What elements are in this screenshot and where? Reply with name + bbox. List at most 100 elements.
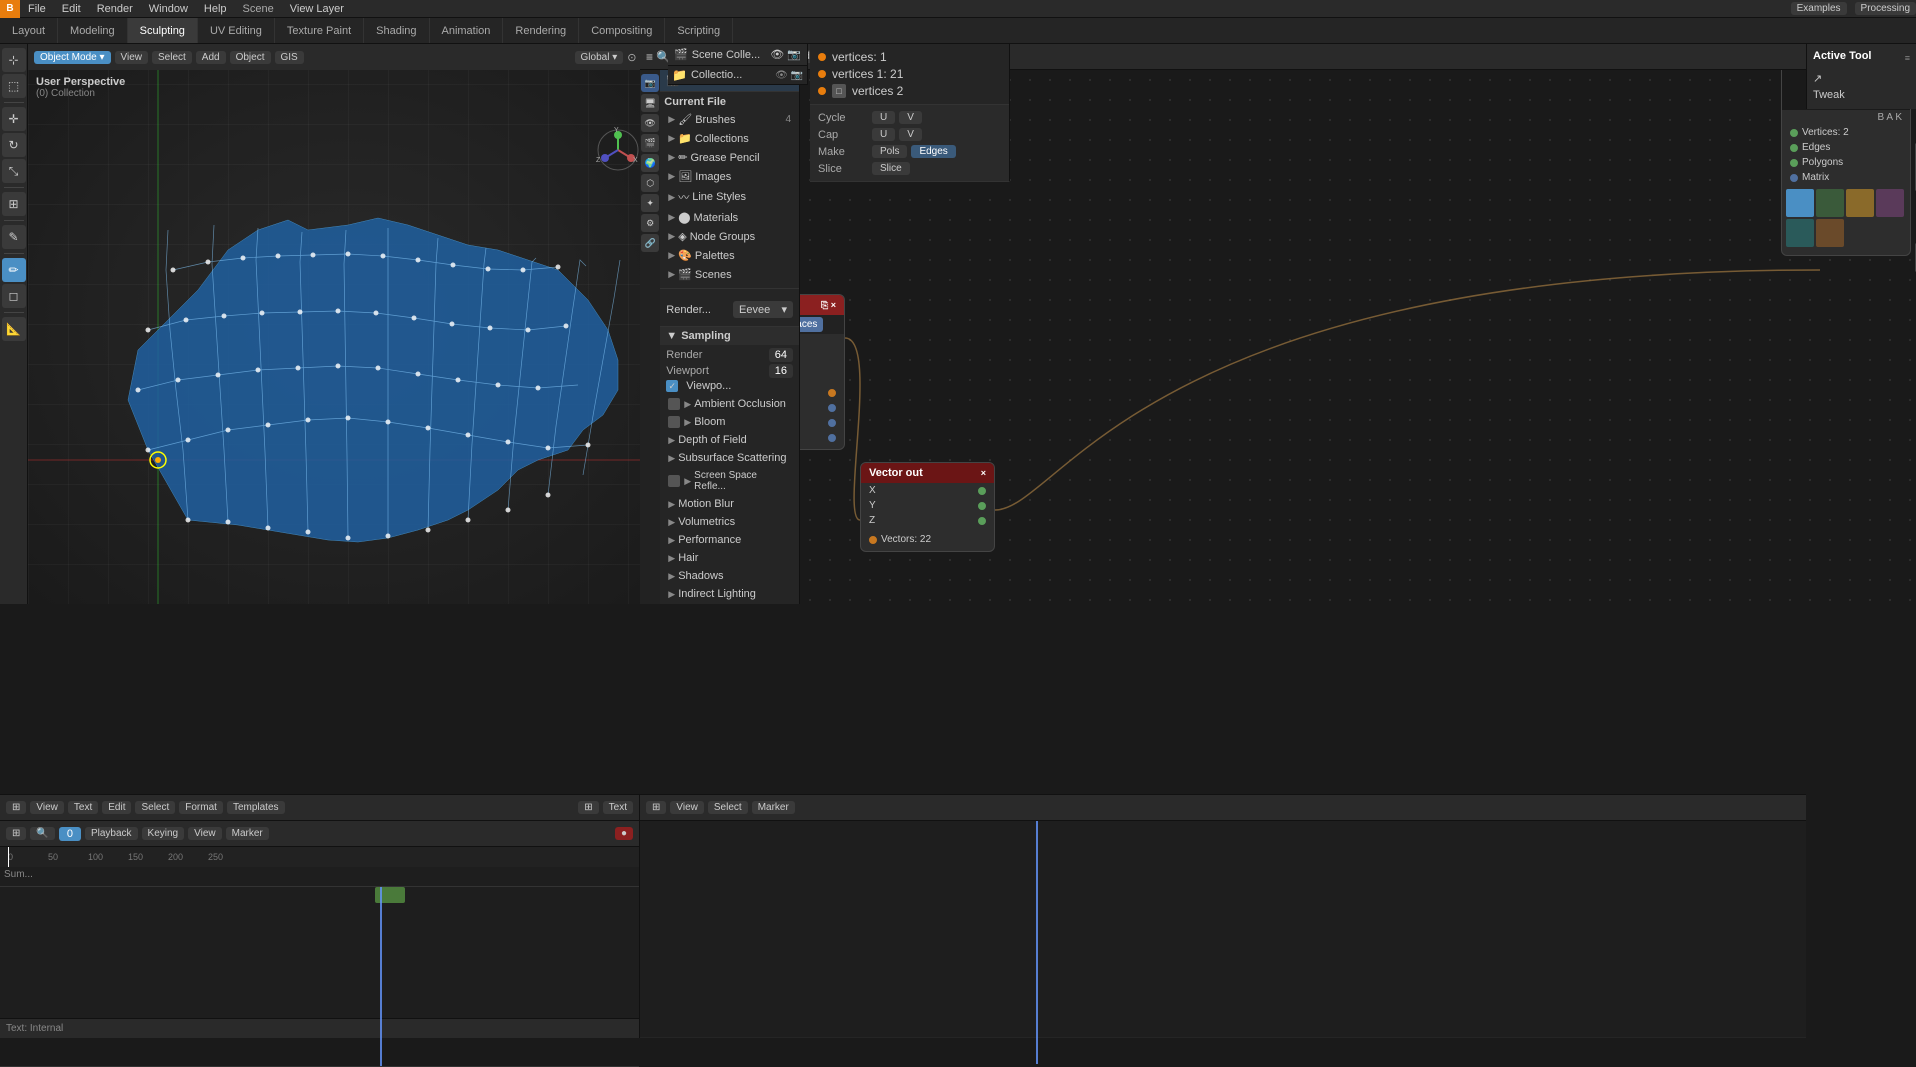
rp-tab-scene[interactable]: 🎬 (641, 134, 659, 152)
tab-texture-paint[interactable]: Texture Paint (275, 18, 364, 43)
examples-btn[interactable]: Examples (1791, 2, 1847, 15)
fb-line-styles[interactable]: ▶ 〰 Line Styles (660, 186, 799, 208)
rp-ssr[interactable]: ▶ Screen Space Refle... (660, 467, 799, 495)
rp-viewport-checkbox[interactable]: ✓ (666, 380, 678, 392)
timeline-content[interactable]: Sum... (0, 867, 639, 1038)
rp-tab-particles[interactable]: ✦ (641, 194, 659, 212)
tab-scripting[interactable]: Scripting (665, 18, 733, 43)
rp-tab-object[interactable]: ⬡ (641, 174, 659, 192)
rp-bloom[interactable]: ▶ Bloom (660, 413, 799, 431)
rp-motion-blur[interactable]: ▶ Motion Blur (660, 495, 799, 513)
vector-out-node[interactable]: Vector out × X Y Z Vectors: 22 (860, 462, 995, 552)
select-tool[interactable]: ⬚ (2, 74, 26, 98)
mesh-viewport[interactable]: Y X Z (28, 70, 668, 604)
fb-scenes[interactable]: ▶ 🎬 Scenes (660, 265, 799, 284)
scene-collection-item[interactable]: 📁 Collectio... 👁 📷 (668, 66, 807, 84)
rp-indirect[interactable]: ▶ Indirect Lighting (660, 585, 799, 603)
rp-shadows[interactable]: ▶ Shadows (660, 567, 799, 585)
tl-view-btn[interactable]: View (30, 801, 64, 814)
cycle-u-btn[interactable]: U (872, 111, 895, 124)
fb-brushes[interactable]: ▶ 🖌 Brushes 4 (660, 110, 799, 129)
tab-rendering[interactable]: Rendering (503, 18, 579, 43)
menu-window[interactable]: Window (141, 0, 196, 17)
fb-collections[interactable]: ▶ 📁 Collections (660, 129, 799, 148)
tab-shading[interactable]: Shading (364, 18, 429, 43)
view-btn[interactable]: View (115, 51, 149, 64)
tab-compositing[interactable]: Compositing (579, 18, 665, 43)
fb-grease-pencil[interactable]: ▶ ✏ Grease Pencil (660, 148, 799, 167)
rp-viewport-value[interactable]: 16 (769, 364, 793, 378)
rp-ao-checkbox[interactable] (668, 398, 680, 410)
tl-text-btn[interactable]: Text (68, 801, 98, 814)
tab-modeling[interactable]: Modeling (58, 18, 128, 43)
rp-tab-render[interactable]: 📷 (641, 74, 659, 92)
draw-tool[interactable]: ✏ (2, 258, 26, 282)
scale-tool[interactable]: ⤡ (2, 159, 26, 183)
rp-engine-select[interactable]: Eevee ▾ (733, 301, 793, 318)
rp-tab-constraints[interactable]: 🔗 (641, 234, 659, 252)
menu-edit[interactable]: Edit (54, 0, 89, 17)
select-btn[interactable]: Select (152, 51, 192, 64)
rp-dof[interactable]: ▶ Depth of Field (660, 431, 799, 449)
tl-keying-btn[interactable]: Keying (142, 827, 185, 840)
tl-record-btn[interactable]: ● (615, 827, 633, 840)
tl-edit-btn[interactable]: Edit (102, 801, 131, 814)
transform-tool[interactable]: ⊞ (2, 192, 26, 216)
rp-tab-output[interactable]: 🖥 (641, 94, 659, 112)
rp-hair[interactable]: ▶ Hair (660, 549, 799, 567)
rp-tab-physics[interactable]: ⚙ (641, 214, 659, 232)
rp-render-value[interactable]: 64 (769, 348, 793, 362)
rp-bloom-checkbox[interactable] (668, 416, 680, 428)
active-tool-tweak[interactable]: Tweak (1813, 87, 1910, 103)
active-tool-collapse[interactable]: ≡ (1905, 53, 1910, 63)
tl-search-icon[interactable]: 🔍 (30, 827, 54, 840)
move-tool[interactable]: ✛ (2, 107, 26, 131)
annotate-tool[interactable]: ✎ (2, 225, 26, 249)
tl-marker-btn[interactable]: Marker (226, 827, 269, 840)
rp-sss[interactable]: ▶ Subsurface Scattering (660, 449, 799, 467)
gis-btn[interactable]: GIS (275, 51, 304, 64)
tab-layout[interactable]: Layout (0, 18, 58, 43)
rp-performance[interactable]: ▶ Performance (660, 531, 799, 549)
fb-images[interactable]: ▶ 🖼 Images (660, 167, 799, 186)
tl-view-btn2[interactable]: View (188, 827, 222, 840)
cycle-v-btn[interactable]: V (899, 111, 922, 124)
rp-icon-1[interactable]: ≡ (646, 50, 653, 64)
rp-ssr-checkbox[interactable] (668, 475, 680, 487)
erase-tool[interactable]: ◻ (2, 284, 26, 308)
object-mode-btn[interactable]: Object Mode ▾ (34, 51, 111, 64)
tl-format-btn[interactable]: Format (179, 801, 223, 814)
measure-tool[interactable]: 📐 (2, 317, 26, 341)
fb-node-groups[interactable]: ▶ ◈ Node Groups (660, 227, 799, 246)
cursor-tool[interactable]: ⊹ (2, 48, 26, 72)
global-transform[interactable]: Global ▾ (575, 51, 624, 64)
tab-uv-editing[interactable]: UV Editing (198, 18, 275, 43)
menu-help[interactable]: Help (196, 0, 235, 17)
object-btn[interactable]: Object (230, 51, 271, 64)
tl-frame-display[interactable]: 0 (59, 827, 81, 841)
slice-btn[interactable]: Slice (872, 162, 910, 175)
make-edges-btn[interactable]: Edges (911, 145, 955, 158)
cap-u-btn[interactable]: U (872, 128, 895, 141)
lr-view-btn[interactable]: View (670, 801, 704, 814)
tl-mode-icon[interactable]: ⊞ (6, 827, 26, 840)
fb-materials[interactable]: ▶ ⬤ Materials (660, 208, 799, 227)
make-poles-btn[interactable]: Pols (872, 145, 907, 158)
tl-templates-btn[interactable]: Templates (227, 801, 285, 814)
tab-sculpting[interactable]: Sculpting (128, 18, 198, 43)
tl-select-btn[interactable]: Select (135, 801, 175, 814)
menu-render[interactable]: Render (89, 0, 141, 17)
cap-v-btn[interactable]: V (899, 128, 922, 141)
tab-animation[interactable]: Animation (430, 18, 504, 43)
rp-volumetrics[interactable]: ▶ Volumetrics (660, 513, 799, 531)
tl-playback-btn[interactable]: Playback (85, 827, 138, 840)
rp-tab-view[interactable]: 👁 (641, 114, 659, 132)
rp-ambient-occlusion[interactable]: ▶ Ambient Occlusion (660, 395, 799, 413)
fb-palettes[interactable]: ▶ 🎨 Palettes (660, 246, 799, 265)
rp-sampling-header[interactable]: ▼ Sampling (660, 326, 799, 345)
lr-marker-btn[interactable]: Marker (752, 801, 795, 814)
lr-select-btn[interactable]: Select (708, 801, 748, 814)
rp-tab-world[interactable]: 🌍 (641, 154, 659, 172)
rotate-tool[interactable]: ↻ (2, 133, 26, 157)
menu-file[interactable]: File (20, 0, 54, 17)
